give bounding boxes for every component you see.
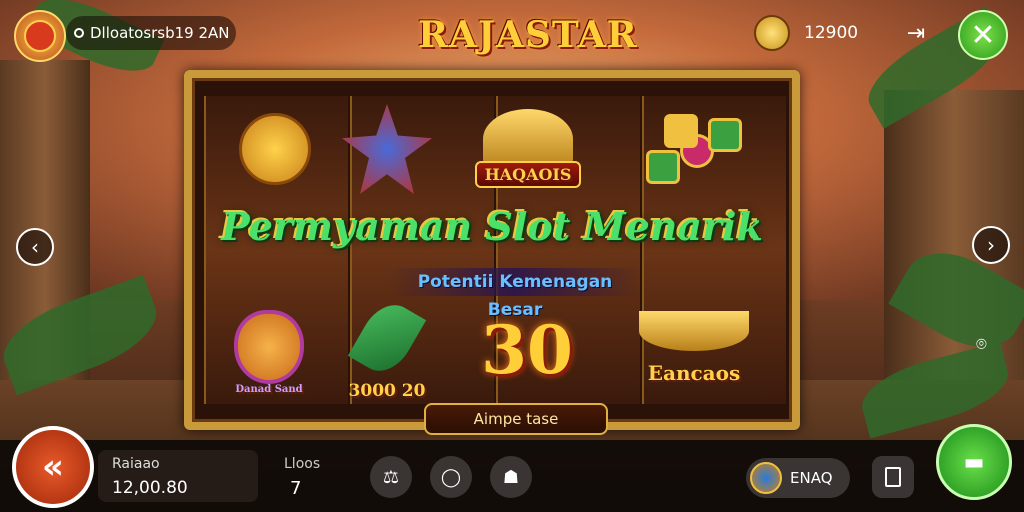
close-button[interactable]: ✕	[958, 10, 1008, 60]
game-logo: RAJASTAR	[418, 14, 638, 74]
symbol-leaf: 3000 20	[332, 295, 442, 402]
settings-icon: ⚖	[382, 466, 400, 488]
bonus-wheel-icon	[750, 462, 782, 494]
rewind-button[interactable]: «	[12, 426, 94, 508]
chevron-right-icon[interactable]: ›	[972, 226, 1010, 264]
balance-label: Raiaao	[112, 456, 160, 472]
username-label: Dlloatosrsb19 2AN	[90, 24, 230, 42]
boat-label: Eancaos	[647, 361, 741, 385]
camera-icon[interactable]: ⌾	[976, 334, 1002, 355]
balance-box: Raiaao 12,00.80	[98, 450, 258, 502]
spin-icon: ▬	[963, 449, 985, 475]
symbol-lamp: HAQAOIS	[468, 98, 588, 198]
logo-text: RAJASTAR	[418, 14, 638, 56]
slot-frame: HAQAOIS Permyaman Slot Menarik Potentii …	[184, 70, 800, 435]
rajastar-mask-avatar-icon[interactable]	[14, 10, 66, 62]
symbol-dice	[630, 104, 750, 204]
rewind-icon: «	[42, 447, 64, 487]
big-number: 30	[481, 311, 573, 389]
symbol-mask	[230, 104, 320, 194]
chevron-left-icon[interactable]: ‹	[16, 228, 54, 266]
lion-label: Danad Sand	[235, 383, 303, 395]
spin-button[interactable]: ▬	[936, 424, 1012, 500]
info-plate: Aimpe tase	[424, 403, 608, 435]
exit-icon[interactable]: ⇥	[902, 20, 930, 48]
leaf-label: 3000 20	[348, 381, 426, 401]
lines-label: Lloos	[284, 456, 321, 472]
lines-value: 7	[290, 478, 302, 499]
close-icon: ✕	[970, 17, 996, 53]
chat-button[interactable]: ◯	[430, 456, 472, 498]
menu-button[interactable]	[872, 456, 914, 498]
chat-icon: ◯	[440, 466, 462, 488]
coin-value: 12900	[804, 23, 859, 43]
lamp-label: HAQAOIS	[474, 160, 582, 188]
profile-icon: ☗	[502, 466, 520, 488]
status-dot-icon	[74, 28, 84, 38]
symbol-star-figure	[332, 94, 442, 204]
balance-value: 12,00.80	[112, 478, 188, 498]
top-bar: Dlloatosrsb19 2AN RAJASTAR 12900 ⇥ ✕	[0, 0, 1024, 70]
user-info-pill[interactable]: Dlloatosrsb19 2AN	[66, 16, 236, 50]
symbol-lion-mask: Danad Sand	[214, 302, 324, 402]
coin-icon	[754, 15, 790, 51]
bonus-pill[interactable]: ENAQ	[746, 458, 850, 498]
profile-button[interactable]: ☗	[490, 456, 532, 498]
menu-icon	[885, 467, 901, 487]
symbol-30: 30	[462, 300, 592, 400]
promo-subheadline: Potentii Kemenagan Besar	[388, 268, 642, 320]
coin-balance[interactable]: 12900	[754, 14, 874, 52]
bonus-label: ENAQ	[790, 469, 833, 487]
settings-button[interactable]: ⚖	[370, 456, 412, 498]
promo-headline: Permyaman Slot Menarik	[221, 204, 763, 249]
symbol-boat: Eancaos	[624, 298, 764, 398]
